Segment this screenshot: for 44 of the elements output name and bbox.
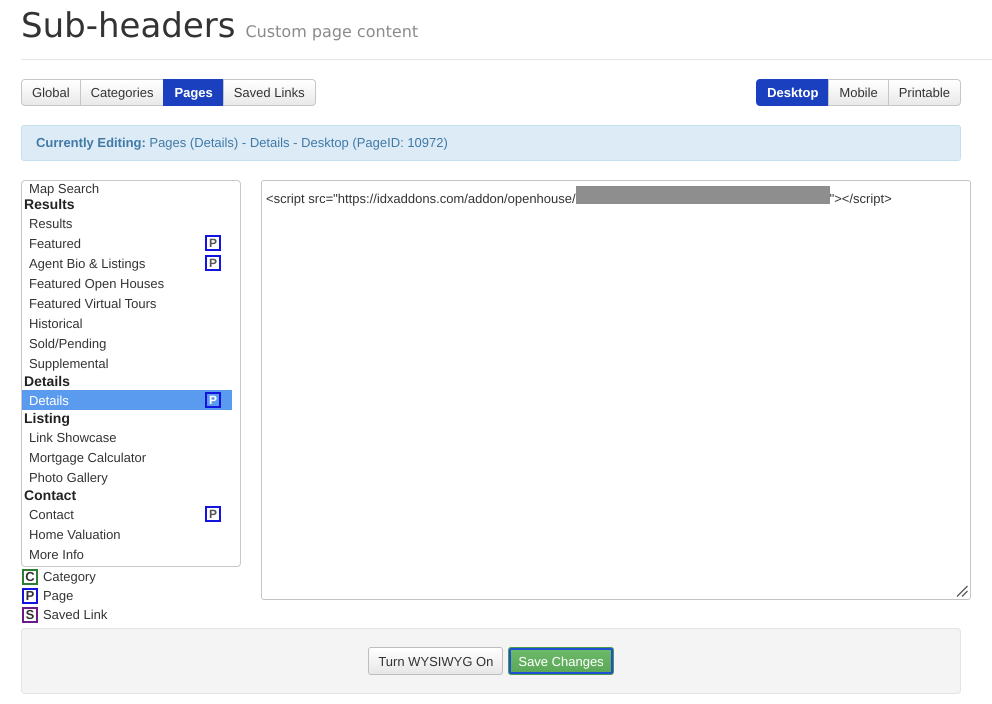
list-item[interactable]: Photo Gallery [22,467,232,487]
list-item[interactable]: Featured Virtual Tours [22,293,232,313]
device-tab[interactable]: Printable [888,79,961,106]
type-badge: P [205,255,221,271]
list-item[interactable]: Contact P [22,504,232,524]
list-item[interactable]: Sold/Pending [22,333,232,353]
code-editor[interactable]: <script src="https://idxaddons.com/addon/openhouse/ "></script> [261,180,971,600]
list-item[interactable]: Supplemental [22,353,232,373]
page-subtitle: Custom page content [245,22,418,41]
legend-label: Category [43,569,96,584]
wysiwyg-button[interactable]: Turn WYSIWYG On [368,647,504,675]
resize-grip-icon[interactable] [956,585,968,597]
legend-label: Page [43,588,74,603]
list-item[interactable]: Featured P [22,233,232,253]
list-item[interactable]: Home Valuation [22,524,232,544]
list-item[interactable]: Results [22,213,232,233]
type-badge: P [205,506,221,522]
type-badge: P [205,392,221,408]
list-item[interactable]: Featured Open Houses [22,273,232,293]
editing-alert: Currently Editing: Pages (Details) - Details - Desktop (PageID: 10972) [21,125,961,161]
view-tab[interactable]: Global [21,79,81,106]
list-item[interactable]: Mortgage Calculator [22,447,232,467]
code-text: "></script> [830,191,892,206]
device-tab[interactable]: Mobile [828,79,889,106]
group-heading: Details [23,373,71,390]
group-heading: Contact [23,487,78,504]
list-item[interactable]: Map Search [22,181,232,196]
device-tab[interactable]: Desktop [756,79,830,106]
legend-label: Saved Link [43,607,108,622]
view-tab[interactable]: Categories [80,79,164,106]
legend-badge: S [22,606,38,622]
page-title: Sub-headers [21,5,236,48]
legend-badge: P [22,588,38,604]
code-text: <script src="https://idxaddons.com/addon/openhouse/ [266,191,576,206]
legend-badge: C [22,568,38,584]
list-item[interactable]: More Info [22,544,232,564]
view-tab[interactable]: Saved Links [222,79,316,106]
list-item[interactable]: Link Showcase [22,427,232,447]
group-heading: Results [23,196,76,213]
list-item[interactable]: Historical [22,313,232,333]
view-tab[interactable]: Pages [163,79,224,106]
type-badge: P [205,235,221,251]
group-heading: Listing [23,410,71,427]
list-item[interactable]: Agent Bio & Listings P [22,253,232,273]
